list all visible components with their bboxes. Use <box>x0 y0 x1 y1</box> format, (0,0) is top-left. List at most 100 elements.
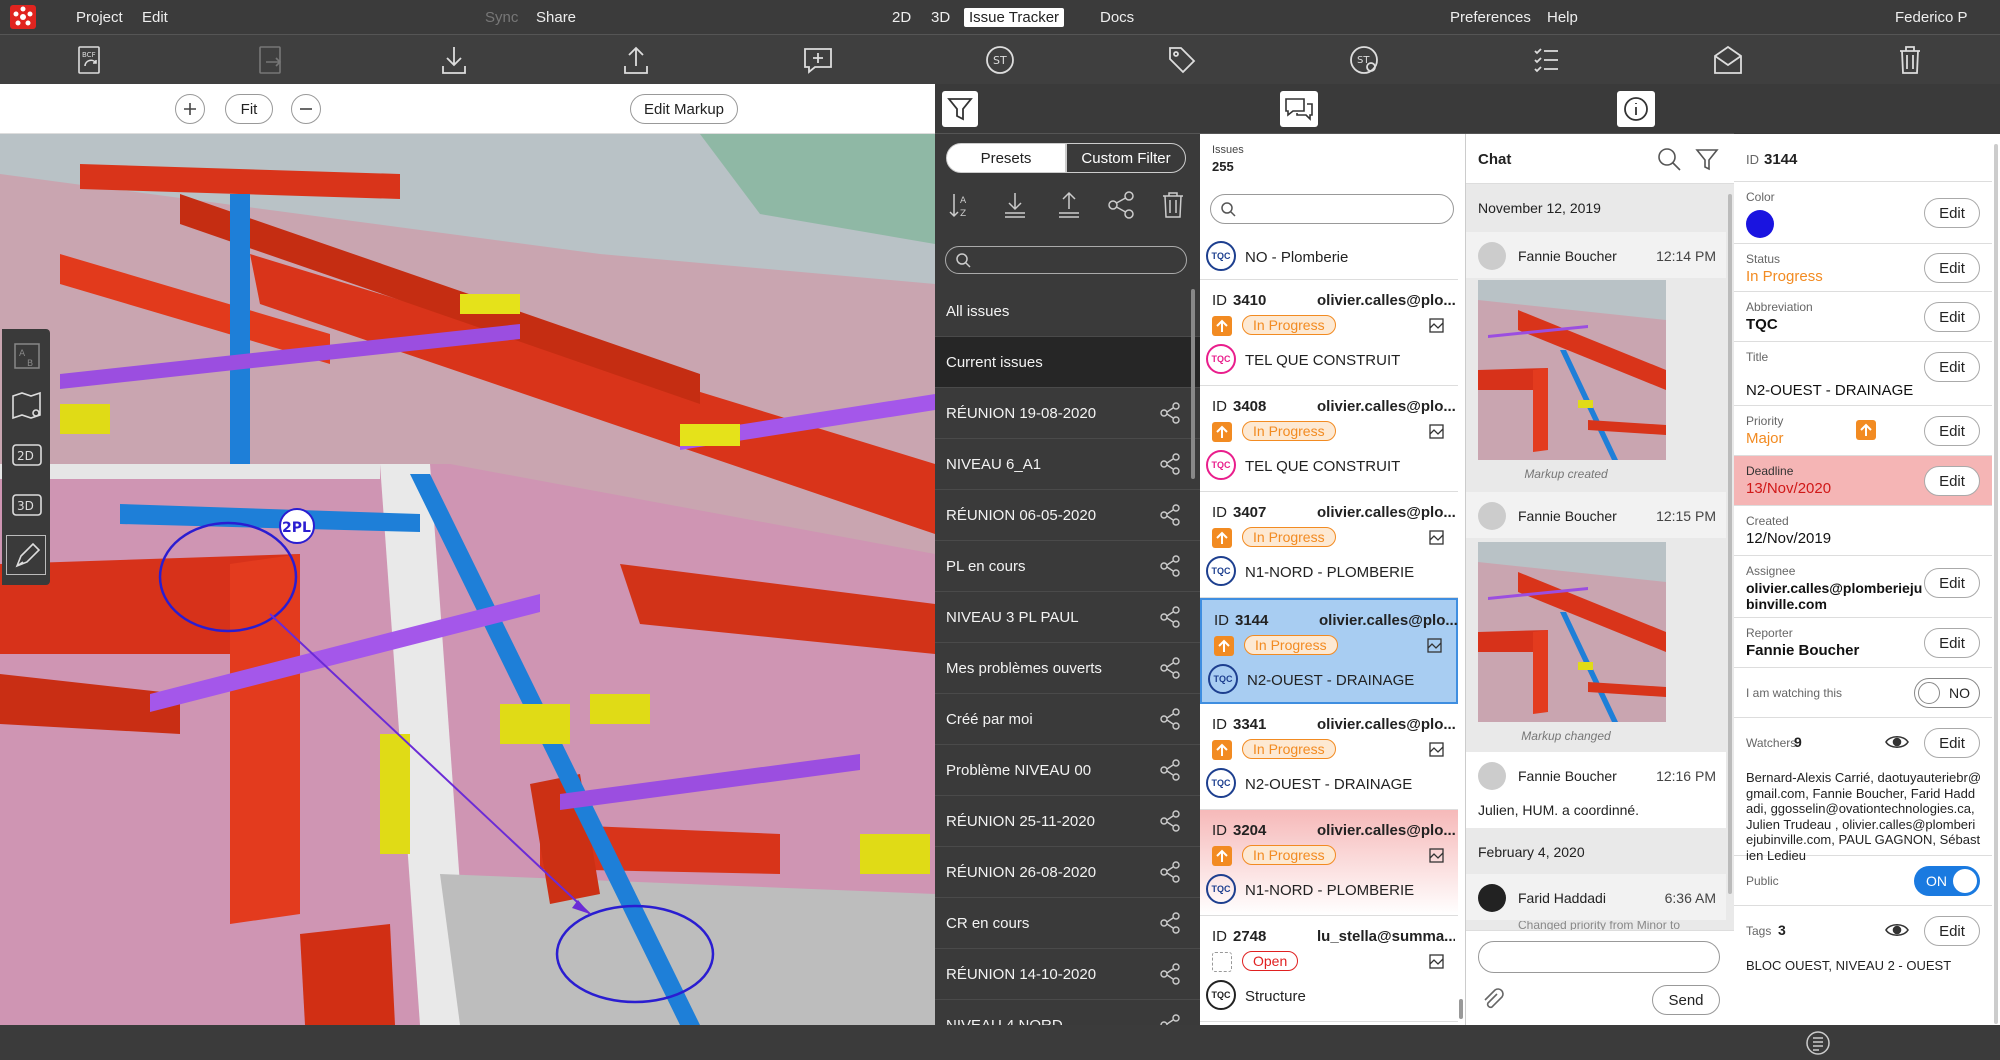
sort-icon[interactable]: AZ <box>945 189 977 221</box>
share-icon[interactable] <box>1158 707 1182 731</box>
filter-item[interactable]: Problème NIVEAU 00 <box>935 745 1200 796</box>
menu-preferences[interactable]: Preferences <box>1450 9 1531 26</box>
edit-title-button[interactable]: Edit <box>1924 352 1980 382</box>
issue-row[interactable]: ID 3341 olivier.calles@plo... In Progress… <box>1200 704 1458 810</box>
filter-item[interactable]: PL en cours <box>935 541 1200 592</box>
public-toggle[interactable]: ON <box>1914 866 1980 896</box>
markup-pen-icon[interactable] <box>6 535 46 575</box>
filter-item[interactable]: RÉUNION 06-05-2020 <box>935 490 1200 541</box>
chat-message-input[interactable] <box>1478 941 1720 973</box>
filters-scrollbar[interactable] <box>1191 289 1195 479</box>
add-comment-icon[interactable] <box>800 42 836 78</box>
zoom-out-button[interactable] <box>291 94 321 124</box>
filter-item[interactable]: Current issues <box>935 337 1200 388</box>
markup-icon[interactable] <box>1424 636 1444 656</box>
custom-filter-tab[interactable]: Custom Filter <box>1066 143 1186 173</box>
filter-delete-icon[interactable] <box>1157 189 1189 221</box>
share-icon[interactable] <box>1158 401 1182 425</box>
chat-filter-icon[interactable] <box>1694 146 1720 172</box>
filter-item[interactable]: RÉUNION 26-08-2020 <box>935 847 1200 898</box>
edit-tags-button[interactable]: Edit <box>1924 916 1980 946</box>
tab-2d[interactable]: 2D <box>892 9 911 26</box>
watching-toggle[interactable]: NO <box>1914 678 1980 708</box>
detail-scrollbar[interactable] <box>1994 144 1998 1024</box>
edit-deadline-button[interactable]: Edit <box>1924 466 1980 496</box>
edit-markup-button[interactable]: Edit Markup <box>630 94 738 124</box>
issue-row-overdue[interactable]: ID 3204 olivier.calles@plo... In Progress… <box>1200 810 1458 916</box>
menu-project[interactable]: Project <box>76 9 123 26</box>
share-icon[interactable] <box>1158 452 1182 476</box>
markup-icon[interactable] <box>1426 316 1446 336</box>
edit-priority-button[interactable]: Edit <box>1924 416 1980 446</box>
share-icon[interactable] <box>1158 911 1182 935</box>
markup-icon[interactable] <box>1426 846 1446 866</box>
markup-icon[interactable] <box>1426 528 1446 548</box>
send-button[interactable]: Send <box>1652 985 1720 1015</box>
issue-row[interactable]: ID 3407 olivier.calles@plo... In Progress… <box>1200 492 1458 598</box>
share-icon[interactable] <box>1158 809 1182 833</box>
markup-icon[interactable] <box>1426 952 1446 972</box>
issue-group-header[interactable]: TQC NO - Plomberie <box>1200 234 1458 280</box>
user-name[interactable]: Federico P <box>1895 9 1968 26</box>
filter-item[interactable]: CR en cours <box>935 898 1200 949</box>
filter-item[interactable]: RÉUNION 14-10-2020 <box>935 949 1200 1000</box>
tab-issue-tracker[interactable]: Issue Tracker <box>964 8 1065 27</box>
filter-upload-icon[interactable] <box>1053 189 1085 221</box>
share-icon[interactable] <box>1158 656 1182 680</box>
filter-item[interactable]: RÉUNION 19-08-2020 <box>935 388 1200 439</box>
filter-item[interactable]: NIVEAU 3 PL PAUL <box>935 592 1200 643</box>
filter-share-icon[interactable] <box>1105 189 1137 221</box>
filter-search-input[interactable] <box>945 246 1187 274</box>
share-icon[interactable] <box>1158 758 1182 782</box>
chat-search-icon[interactable] <box>1656 146 1682 172</box>
edit-assignee-button[interactable]: Edit <box>1924 568 1980 598</box>
menu-edit[interactable]: Edit <box>142 9 168 26</box>
share-icon[interactable] <box>1158 962 1182 986</box>
markup-tag[interactable]: 2PL <box>282 520 311 536</box>
menu-docs[interactable]: Docs <box>1100 9 1134 26</box>
issue-row[interactable]: ID 3410 olivier.calles@plo... In Progress… <box>1200 280 1458 386</box>
edit-abbreviation-button[interactable]: Edit <box>1924 302 1980 332</box>
markup-icon[interactable] <box>1426 740 1446 760</box>
3d-view-icon[interactable]: 3D <box>6 485 46 525</box>
share-icon[interactable] <box>1158 554 1182 578</box>
markup-thumbnail[interactable] <box>1478 542 1666 722</box>
eye-icon[interactable] <box>1884 732 1910 752</box>
markup-thumbnail[interactable] <box>1478 280 1666 460</box>
presets-tab[interactable]: Presets <box>946 143 1066 173</box>
chat-scrollbar[interactable] <box>1728 194 1732 894</box>
eye-icon[interactable] <box>1884 920 1910 940</box>
st-settings-icon[interactable]: ST <box>1346 42 1382 78</box>
filter-item[interactable]: NIVEAU 4 NORD <box>935 1000 1200 1025</box>
edit-color-button[interactable]: Edit <box>1924 198 1980 228</box>
email-icon[interactable] <box>1710 42 1746 78</box>
menu-help[interactable]: Help <box>1547 9 1578 26</box>
st-icon[interactable]: ST <box>982 42 1018 78</box>
issue-row[interactable]: ID 2748 lu_stella@summa... Open TQC Struc… <box>1200 916 1458 1022</box>
bcf-export-icon[interactable] <box>254 42 290 78</box>
share-icon[interactable] <box>1158 1013 1182 1025</box>
upload-icon[interactable] <box>618 42 654 78</box>
app-logo[interactable] <box>10 5 36 29</box>
filter-download-icon[interactable] <box>999 189 1031 221</box>
compare-ab-icon[interactable]: AB <box>6 335 46 375</box>
zoom-in-button[interactable] <box>175 94 205 124</box>
issue-row[interactable]: ID 3408 olivier.calles@plo... In Progress… <box>1200 386 1458 492</box>
notes-icon[interactable] <box>1805 1030 1831 1056</box>
menu-share[interactable]: Share <box>536 9 576 26</box>
bcf-import-icon[interactable]: BCF <box>73 42 109 78</box>
markup-icon[interactable] <box>1426 422 1446 442</box>
fit-button[interactable]: Fit <box>225 94 273 124</box>
map-pin-icon[interactable] <box>6 385 46 425</box>
delete-icon[interactable] <box>1892 42 1928 78</box>
filter-item[interactable]: Créé par moi <box>935 694 1200 745</box>
share-icon[interactable] <box>1158 860 1182 884</box>
tab-3d[interactable]: 3D <box>931 9 950 26</box>
checklist-icon[interactable] <box>1528 42 1564 78</box>
tags-icon[interactable] <box>1164 42 1200 78</box>
issue-row-selected[interactable]: ID 3144 olivier.calles@plo... In Progress… <box>1200 598 1458 704</box>
filter-item[interactable]: RÉUNION 25-11-2020 <box>935 796 1200 847</box>
chat-panel-icon[interactable] <box>1280 91 1318 127</box>
share-icon[interactable] <box>1158 503 1182 527</box>
filter-item[interactable]: NIVEAU 6_A1 <box>935 439 1200 490</box>
